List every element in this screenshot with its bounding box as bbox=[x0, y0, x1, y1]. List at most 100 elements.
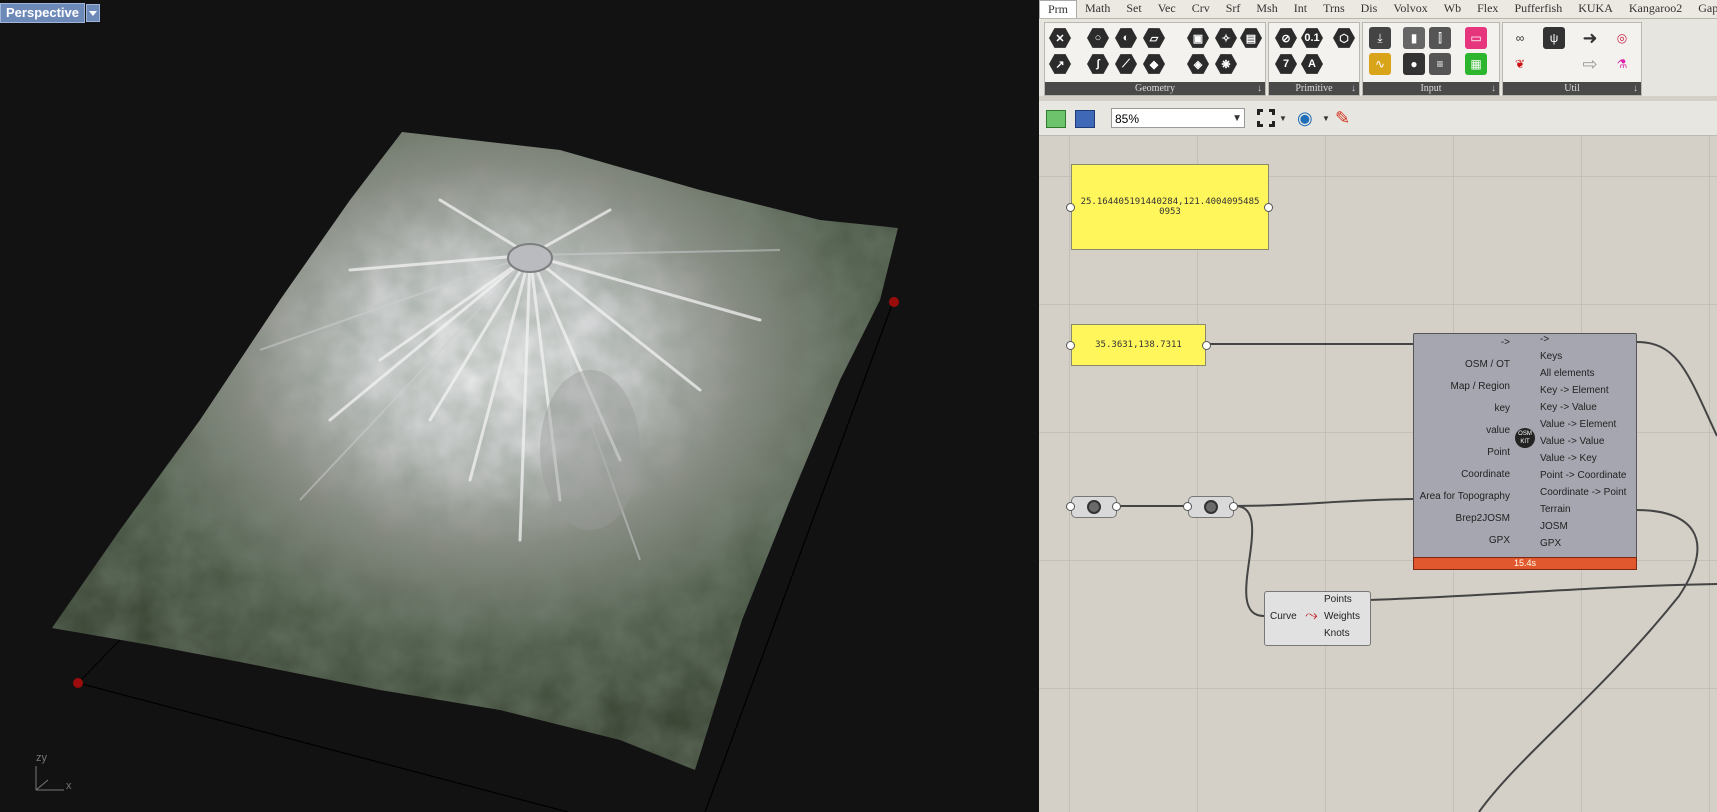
rhino-viewport[interactable]: Perspective zy x bbox=[0, 0, 1039, 812]
pin-icon[interactable]: ↓ bbox=[1633, 82, 1638, 95]
circle-param-icon[interactable]: ○ bbox=[1087, 27, 1109, 49]
slider-icon[interactable]: ⫿ bbox=[1429, 27, 1451, 49]
hops-icon[interactable]: ◎ bbox=[1611, 27, 1633, 49]
input-label[interactable]: -> bbox=[1501, 337, 1510, 348]
control-point[interactable] bbox=[73, 678, 83, 688]
tab-kangaroo2[interactable]: Kangaroo2 bbox=[1621, 0, 1690, 18]
output-label[interactable]: Keys bbox=[1540, 351, 1562, 362]
graph-mapper-icon[interactable]: ∿ bbox=[1369, 53, 1391, 75]
relay-node[interactable] bbox=[1188, 496, 1234, 518]
tab-msh[interactable]: Msh bbox=[1248, 0, 1285, 18]
number-param-icon[interactable]: 0.1 bbox=[1301, 27, 1323, 49]
open-file-icon[interactable] bbox=[1046, 110, 1066, 128]
input-label[interactable]: value bbox=[1486, 425, 1510, 436]
tab-dis[interactable]: Dis bbox=[1353, 0, 1386, 18]
arrow-right-light-icon[interactable]: ⇨ bbox=[1579, 53, 1601, 75]
gradient-icon[interactable]: ▭ bbox=[1465, 27, 1487, 49]
save-file-icon[interactable] bbox=[1075, 110, 1095, 128]
text-param-icon[interactable]: A bbox=[1301, 53, 1323, 75]
toggle-icon[interactable]: ▮ bbox=[1403, 27, 1425, 49]
input-label[interactable]: GPX bbox=[1489, 535, 1510, 546]
tab-set[interactable]: Set bbox=[1118, 0, 1149, 18]
line-param-icon[interactable]: ⟋ bbox=[1115, 53, 1137, 75]
arc-param-icon[interactable]: ◐ bbox=[1115, 27, 1137, 49]
output-label[interactable]: Value -> Key bbox=[1540, 453, 1597, 464]
point-param-icon[interactable]: ◆ bbox=[1143, 53, 1165, 75]
control-point[interactable] bbox=[889, 297, 899, 307]
input-label[interactable]: Area for Topography bbox=[1420, 491, 1510, 502]
output-label[interactable]: Key -> Element bbox=[1540, 385, 1609, 396]
output-grip[interactable] bbox=[1112, 502, 1121, 511]
input-label[interactable]: Brep2JOSM bbox=[1456, 513, 1510, 524]
grasshopper-canvas[interactable]: 25.164405191440284,121.4004095485 0953 3… bbox=[1039, 136, 1717, 812]
tab-gap[interactable]: Gap bbox=[1690, 0, 1717, 18]
input-grip[interactable] bbox=[1066, 341, 1075, 350]
pin-icon[interactable]: ↓ bbox=[1491, 82, 1496, 95]
preview-eye-icon[interactable]: ◉ bbox=[1297, 108, 1313, 129]
output-label[interactable]: GPX bbox=[1540, 538, 1561, 549]
flask-icon[interactable]: ⚗ bbox=[1611, 53, 1633, 75]
output-grip[interactable] bbox=[1229, 502, 1238, 511]
tab-flex[interactable]: Flex bbox=[1469, 0, 1506, 18]
curve-param-icon[interactable]: ∫ bbox=[1087, 53, 1109, 75]
cherry-icon[interactable]: ❦ bbox=[1509, 53, 1531, 75]
input-label[interactable]: OSM / OT bbox=[1465, 359, 1510, 370]
output-label[interactable]: Coordinate -> Point bbox=[1540, 487, 1626, 498]
arrow-right-dark-icon[interactable]: ➜ bbox=[1579, 27, 1601, 49]
output-label[interactable]: Knots bbox=[1324, 628, 1350, 639]
glasses-icon[interactable]: ∞ bbox=[1509, 27, 1531, 49]
input-label[interactable]: Coordinate bbox=[1461, 469, 1510, 480]
output-label[interactable]: Point -> Coordinate bbox=[1540, 470, 1626, 481]
output-label[interactable]: Key -> Value bbox=[1540, 402, 1597, 413]
integer-param-icon[interactable]: 7 bbox=[1275, 53, 1297, 75]
field-param-icon[interactable]: ❋ bbox=[1215, 53, 1237, 75]
output-label[interactable]: -> bbox=[1540, 334, 1549, 345]
input-label[interactable]: Map / Region bbox=[1451, 381, 1510, 392]
color-swatch-icon[interactable]: ▦ bbox=[1465, 53, 1487, 75]
box-param-icon[interactable]: ▣ bbox=[1187, 27, 1209, 49]
tab-prm[interactable]: Prm bbox=[1039, 0, 1078, 18]
output-label[interactable]: Weights bbox=[1324, 611, 1360, 622]
relay-node[interactable] bbox=[1071, 496, 1117, 518]
output-label[interactable]: Points bbox=[1324, 594, 1352, 605]
tab-volvox[interactable]: Volvox bbox=[1385, 0, 1435, 18]
cross-param-icon[interactable]: ✕ bbox=[1049, 27, 1071, 49]
coordinate-panel[interactable]: 35.3631,138.7311 bbox=[1071, 324, 1206, 366]
mesh-param-icon[interactable]: ✧ bbox=[1215, 27, 1237, 49]
zoom-extents-icon[interactable] bbox=[1257, 109, 1275, 127]
tab-pufferfish[interactable]: Pufferfish bbox=[1506, 0, 1570, 18]
brep-param-icon[interactable]: ◈ bbox=[1187, 53, 1209, 75]
geometry-param-icon[interactable]: ▤ bbox=[1240, 27, 1262, 49]
tree-icon[interactable]: ψ bbox=[1543, 27, 1565, 49]
output-label[interactable]: All elements bbox=[1540, 368, 1594, 379]
tab-vec[interactable]: Vec bbox=[1150, 0, 1184, 18]
surface-param-icon[interactable]: ▱ bbox=[1143, 27, 1165, 49]
boolean-param-icon[interactable]: ⊘ bbox=[1275, 27, 1297, 49]
output-grip[interactable] bbox=[1202, 341, 1211, 350]
input-grip[interactable] bbox=[1183, 502, 1192, 511]
tab-crv[interactable]: Crv bbox=[1184, 0, 1218, 18]
control-points-component[interactable]: Curve ⤳ Points Weights Knots bbox=[1264, 591, 1371, 646]
tab-wb[interactable]: Wb bbox=[1436, 0, 1469, 18]
osm-kit-component[interactable]: -> OSM / OT Map / Region key value Point… bbox=[1413, 333, 1637, 559]
value-list-icon[interactable]: ≡ bbox=[1429, 53, 1451, 75]
input-label[interactable]: Curve bbox=[1270, 611, 1297, 622]
data-param-icon[interactable]: ⬡ bbox=[1333, 27, 1355, 49]
input-grip[interactable] bbox=[1066, 203, 1075, 212]
tab-math[interactable]: Math bbox=[1077, 0, 1118, 18]
output-label[interactable]: Value -> Element bbox=[1540, 419, 1616, 430]
vector-param-icon[interactable]: ↗ bbox=[1049, 53, 1071, 75]
pin-icon[interactable]: ↓ bbox=[1257, 82, 1262, 95]
pin-icon[interactable]: ↓ bbox=[1351, 82, 1356, 95]
output-label[interactable]: JOSM bbox=[1540, 521, 1568, 532]
tab-kuka[interactable]: KUKA bbox=[1570, 0, 1621, 18]
output-label[interactable]: Terrain bbox=[1540, 504, 1571, 515]
button-icon[interactable]: ● bbox=[1403, 53, 1425, 75]
chevron-down-icon[interactable]: ▼ bbox=[1279, 114, 1287, 123]
tab-srf[interactable]: Srf bbox=[1218, 0, 1249, 18]
tab-trns[interactable]: Trns bbox=[1315, 0, 1353, 18]
tab-int[interactable]: Int bbox=[1286, 0, 1315, 18]
sketch-pen-icon[interactable]: ✎ bbox=[1335, 108, 1350, 129]
output-grip[interactable] bbox=[1264, 203, 1273, 212]
output-label[interactable]: Value -> Value bbox=[1540, 436, 1604, 447]
